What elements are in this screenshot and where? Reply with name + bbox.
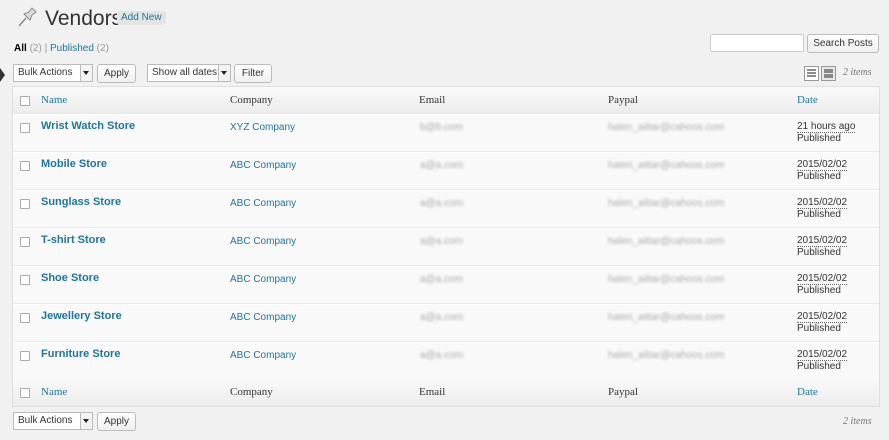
chevron-down-icon (80, 65, 92, 81)
status-value: Published (797, 361, 841, 372)
status-filter-links: All (2) | Published (2) (14, 43, 109, 54)
email-value: a@a.com (420, 160, 463, 171)
status-value: Published (797, 247, 841, 258)
items-count-bottom: 2 items (843, 416, 872, 427)
table-row: Sunglass Store ABC Company a@a.com halen… (13, 190, 879, 229)
row-checkbox[interactable] (20, 275, 30, 285)
date-value: 2015/02/02 (797, 159, 848, 171)
chevron-down-icon (218, 65, 230, 81)
bulk-actions-select[interactable]: Bulk Actions (13, 64, 93, 82)
dates-filter-select[interactable]: Show all dates (147, 64, 231, 82)
table-row: Furniture Store ABC Company a@a.com hale… (13, 342, 879, 381)
date-value: 2015/02/02 (797, 311, 848, 323)
admin-menu-pointer (0, 68, 5, 82)
filter-published-link[interactable]: Published (50, 43, 94, 54)
row-checkbox[interactable] (20, 161, 30, 171)
column-name-header[interactable]: Name (41, 94, 67, 106)
email-value: a@a.com (420, 274, 463, 285)
status-value: Published (797, 133, 841, 144)
table-row: T-shirt Store ABC Company a@a.com halen_… (13, 228, 879, 267)
table-header: Name Company Email Paypal Date (13, 87, 879, 114)
select-all-checkbox[interactable] (20, 388, 30, 398)
column-name-footer[interactable]: Name (41, 386, 67, 398)
list-view-icon[interactable] (804, 66, 819, 81)
column-company-footer: Company (230, 386, 273, 398)
table-row: Jewellery Store ABC Company a@a.com hale… (13, 304, 879, 343)
date-value: 2015/02/02 (797, 197, 848, 209)
table-row: Mobile Store ABC Company a@a.com halen_a… (13, 152, 879, 191)
vendor-name-link[interactable]: Furniture Store (41, 348, 120, 360)
status-value: Published (797, 171, 841, 182)
table-footer: Name Company Email Paypal Date (13, 379, 879, 406)
company-link[interactable]: ABC Company (230, 312, 296, 323)
date-value: 2015/02/02 (797, 349, 848, 361)
email-value: a@a.com (420, 198, 463, 209)
paypal-value: halen_aittar@cahoos.com (608, 274, 725, 285)
pushpin-icon (18, 7, 37, 27)
email-value: a@a.com (420, 236, 463, 247)
paypal-value: halen_aittar@cahoos.com (608, 160, 725, 171)
paypal-value: halen_aittar@cahoos.com (608, 350, 725, 361)
vendors-table: Name Company Email Paypal Date Wrist Wat… (12, 86, 880, 407)
column-date-footer[interactable]: Date (797, 386, 818, 398)
row-checkbox[interactable] (20, 237, 30, 247)
status-value: Published (797, 209, 841, 220)
column-date-header[interactable]: Date (797, 94, 818, 106)
add-new-button[interactable]: Add New (117, 11, 166, 25)
company-link[interactable]: ABC Company (230, 198, 296, 209)
email-value: a@a.com (420, 312, 463, 323)
row-checkbox[interactable] (20, 313, 30, 323)
row-checkbox[interactable] (20, 123, 30, 133)
search-input[interactable] (710, 34, 804, 52)
table-row: Shoe Store ABC Company a@a.com halen_ait… (13, 266, 879, 305)
column-email-footer: Email (419, 386, 446, 398)
vendor-name-link[interactable]: Shoe Store (41, 272, 99, 284)
column-paypal-footer: Paypal (608, 386, 638, 398)
dates-filter-value: Show all dates (152, 67, 218, 78)
column-company-header: Company (230, 94, 273, 106)
bulk-actions-value: Bulk Actions (18, 415, 73, 426)
page-title: Vendors (45, 7, 123, 30)
company-link[interactable]: XYZ Company (230, 122, 295, 133)
column-email-header: Email (419, 94, 446, 106)
vendor-name-link[interactable]: Wrist Watch Store (41, 120, 135, 132)
vendor-name-link[interactable]: T-shirt Store (41, 234, 106, 246)
filter-published-count: (2) (96, 43, 109, 54)
table-row: Wrist Watch Store XYZ Company b@b.com ha… (13, 114, 879, 153)
status-value: Published (797, 323, 841, 334)
apply-button-bottom[interactable]: Apply (97, 412, 136, 431)
email-value: a@a.com (420, 350, 463, 361)
bulk-actions-select-bottom[interactable]: Bulk Actions (13, 412, 93, 430)
company-link[interactable]: ABC Company (230, 274, 296, 285)
excerpt-view-icon[interactable] (821, 66, 836, 81)
date-value: 2015/02/02 (797, 235, 848, 247)
row-checkbox[interactable] (20, 199, 30, 209)
vendor-name-link[interactable]: Mobile Store (41, 158, 107, 170)
email-value: b@b.com (420, 122, 463, 133)
company-link[interactable]: ABC Company (230, 350, 296, 361)
chevron-down-icon (80, 413, 92, 429)
paypal-value: halen_aittar@cahoos.com (608, 236, 725, 247)
filter-all-count: (2) (29, 43, 42, 54)
search-posts-button[interactable]: Search Posts (807, 34, 879, 53)
column-paypal-header: Paypal (608, 94, 638, 106)
items-count: 2 items (843, 67, 872, 78)
paypal-value: halen_aittar@cahoos.com (608, 312, 725, 323)
filter-button[interactable]: Filter (234, 64, 272, 83)
bulk-actions-value: Bulk Actions (18, 67, 73, 78)
company-link[interactable]: ABC Company (230, 236, 296, 247)
company-link[interactable]: ABC Company (230, 160, 296, 171)
vendor-name-link[interactable]: Jewellery Store (41, 310, 122, 322)
paypal-value: halen_aittar@cahoos.com (608, 198, 725, 209)
vendor-name-link[interactable]: Sunglass Store (41, 196, 121, 208)
status-value: Published (797, 285, 841, 296)
row-checkbox[interactable] (20, 351, 30, 361)
date-value: 21 hours ago (797, 121, 856, 133)
filter-separator: | (44, 43, 48, 54)
paypal-value: halen_aittar@cahoos.com (608, 122, 725, 133)
filter-all-link[interactable]: All (14, 43, 27, 54)
apply-button[interactable]: Apply (97, 64, 136, 83)
date-value: 2015/02/02 (797, 273, 848, 285)
select-all-checkbox[interactable] (20, 96, 30, 106)
